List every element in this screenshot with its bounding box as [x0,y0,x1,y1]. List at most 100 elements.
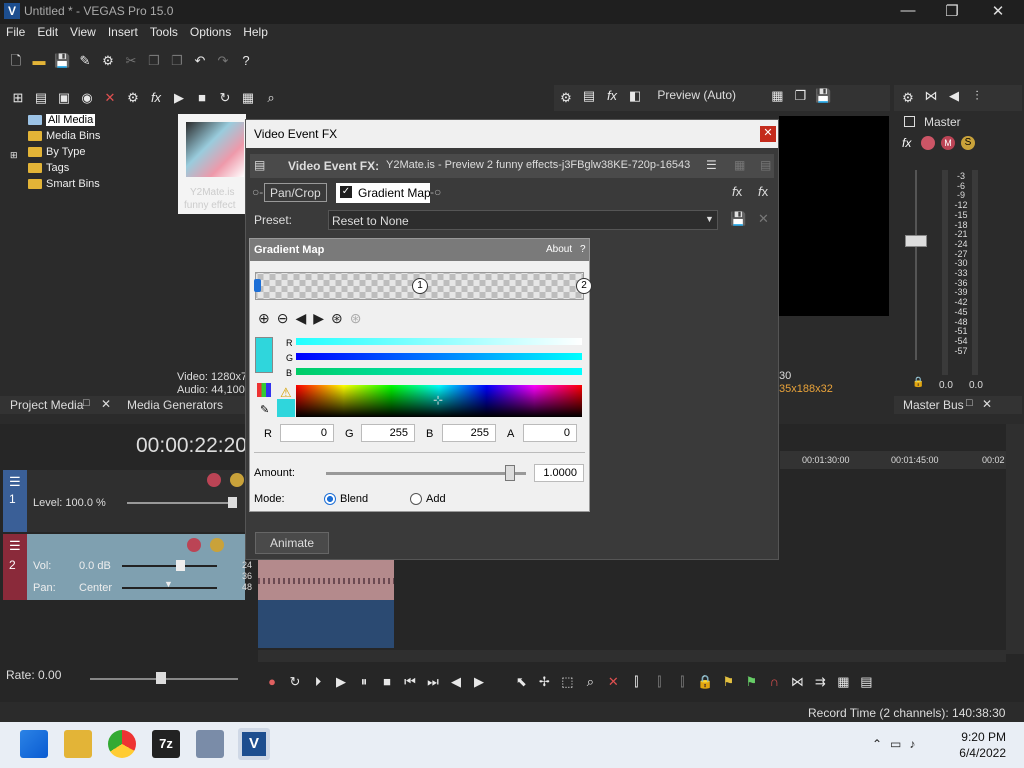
remove-icon[interactable]: ✕ [102,90,118,106]
track-2-vol-handle[interactable] [176,560,185,571]
tab-undock-icon[interactable]: □ [83,397,90,409]
timeline-horizontal-scrollbar[interactable] [258,650,1006,662]
amount-slider-handle[interactable] [505,465,515,481]
ignore-grouping-icon[interactable]: ▤ [858,674,874,690]
move-stop-left-icon[interactable]: ◀ [295,310,313,326]
plugin-chain-fx-icon[interactable]: fx [732,184,742,199]
capture-icon[interactable]: ▤ [33,90,49,106]
about-link[interactable]: About [546,244,572,255]
properties-gear-icon[interactable]: ⚙ [100,53,116,69]
color-model-icon[interactable] [257,383,271,397]
track-2-solo-icon[interactable] [210,538,224,552]
search-icon[interactable]: ⌕ [263,90,279,106]
menu-view[interactable]: View [64,24,102,39]
snapping-magnet-icon[interactable]: ∩ [766,674,782,690]
mode-add-label[interactable]: Add [426,493,446,505]
fx-menu-icon[interactable]: ☰ [706,158,717,172]
undo-icon[interactable]: ↶ [192,53,208,69]
new-project-icon[interactable]: 🗋 [8,53,24,69]
preview-device-icon[interactable]: ▤ [581,88,597,104]
b-value-field[interactable]: 255 [442,424,496,442]
chrome-icon[interactable] [108,730,136,758]
track-2-vol-slider[interactable] [122,565,217,567]
tab-close-icon[interactable]: ✕ [101,397,111,411]
auto-ripple-icon[interactable]: ⇉ [812,674,828,690]
clock-time[interactable]: 9:20 PM [958,730,1006,744]
selection-tool-icon[interactable]: ⬚ [559,674,575,690]
go-to-start-icon[interactable]: ⏮ [402,674,418,690]
master-solo-icon[interactable]: S [961,136,975,150]
swap-stops-icon[interactable]: ⊛ [331,310,350,326]
copy-icon[interactable]: ❐ [146,53,162,69]
eyedropper-icon[interactable]: ✎ [260,403,269,416]
blue-channel-bar[interactable] [296,368,582,375]
master-select-checkbox[interactable] [904,116,915,127]
gradient-stop-start[interactable] [254,279,261,292]
mixer-faders-icon[interactable]: ⫶ [969,88,985,104]
help-pointer-icon[interactable]: ? [238,53,254,69]
split-screen-icon[interactable]: ◧ [627,88,643,104]
record-icon[interactable]: ● [264,674,280,690]
loop-icon[interactable]: ↻ [287,674,303,690]
preset-select[interactable]: Reset to None ▼ [328,210,718,230]
track-2-mute-icon[interactable] [187,538,201,552]
transport-play-icon[interactable]: ▶ [333,674,349,690]
web-icon[interactable]: ◉ [79,90,95,106]
save-preset-icon[interactable]: 💾 [730,211,746,227]
master-tab-undock-icon[interactable]: □ [966,397,973,409]
track-2-pan-handle[interactable]: ▼ [164,579,173,589]
auto-preview-icon[interactable]: ↻ [217,90,233,106]
copy-snapshot-icon[interactable]: ❐ [792,88,808,104]
lock-envelopes-icon[interactable]: ▦ [835,674,851,690]
delete-preset-icon[interactable]: ✕ [758,211,769,227]
add-stop-icon[interactable]: ⊕ [258,310,277,326]
reset-stops-icon[interactable]: ⊛ [350,310,369,326]
chain-gradient-map-checkbox[interactable]: ✓ [340,186,352,198]
transport-stop-icon[interactable]: ■ [379,674,395,690]
media-properties-icon[interactable]: ⚙ [125,90,141,106]
stop-icon[interactable]: ■ [194,90,210,106]
split-icon[interactable]: ⫿ [651,674,667,690]
video-clip-region[interactable] [258,600,394,648]
pause-icon[interactable]: ⏸ [356,674,372,690]
minimize-button[interactable]: — [888,2,928,19]
dim-output-icon[interactable]: ◀ [946,88,962,104]
tree-item-media-bins[interactable]: Media Bins [10,128,170,144]
7zip-icon[interactable]: 7z [152,730,180,758]
mode-add-radio[interactable] [410,493,422,505]
rate-handle[interactable] [156,672,166,684]
mode-blend-radio[interactable] [324,493,336,505]
menu-tools[interactable]: Tools [144,24,184,39]
media-thumbnail[interactable]: Y2Mate.is funny effect [178,114,246,214]
prev-frame-icon[interactable]: ◀ [448,674,464,690]
move-stop-right-icon[interactable]: ▶ [313,310,331,326]
track-1-level-slider[interactable] [127,502,237,504]
render-icon[interactable]: ✎ [77,53,93,69]
file-explorer-icon[interactable] [64,730,92,758]
red-channel-bar[interactable] [296,338,582,345]
master-fader-handle[interactable] [905,235,927,247]
a-value-field[interactable]: 0 [523,424,577,442]
audio-clip[interactable] [258,560,394,600]
delete-icon[interactable]: ✕ [605,674,621,690]
preview-fx-icon[interactable]: fx [604,88,620,104]
master-tab-close-icon[interactable]: ✕ [982,397,992,411]
tab-project-media[interactable]: Project Media [10,398,83,412]
green-channel-bar[interactable] [296,353,582,360]
track-1-level-handle[interactable] [228,497,237,508]
zoom-tool-icon[interactable]: ⌕ [582,674,598,690]
timeline-vertical-scrollbar[interactable] [1006,424,1024,654]
play-icon[interactable]: ▶ [171,90,187,106]
trim-start-icon[interactable]: ⫿ [674,674,690,690]
open-icon[interactable]: ▬ [31,53,47,69]
app-icon[interactable] [196,730,224,758]
menu-edit[interactable]: Edit [31,24,64,39]
help-link[interactable]: ? [580,244,586,255]
next-frame-icon[interactable]: ▶ [471,674,487,690]
mode-blend-label[interactable]: Blend [340,493,368,505]
preview-quality-select[interactable]: Preview (Auto) [657,88,736,102]
current-color-swatch[interactable] [255,337,273,373]
preview-settings-gear-icon[interactable]: ⚙ [558,90,574,106]
gradient-stop-1[interactable]: 1 [412,278,428,294]
fx-list-icon[interactable]: ▤ [760,158,771,172]
